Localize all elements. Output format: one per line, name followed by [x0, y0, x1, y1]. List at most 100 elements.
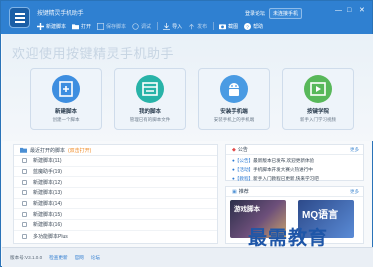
- new-script-card[interactable]: 新建脚本 创建一个脚本: [30, 68, 102, 130]
- new-script-card-title: 新建脚本: [54, 109, 77, 115]
- version-text: 版本号:V3.1.0.0: [10, 254, 43, 260]
- publish-button[interactable]: 发布: [188, 23, 207, 30]
- open-label: 打开: [81, 23, 92, 30]
- app-window: 按键精灵手机助手 新建脚本 打开 保存脚本 调试 导入 发布 截图 ? 帮助 登…: [0, 0, 373, 267]
- help-button[interactable]: ? 帮助: [244, 22, 264, 30]
- recent-script-name: 新建脚本(14): [33, 201, 62, 208]
- recent-script-name: 新建脚本(12): [33, 179, 62, 186]
- save-button[interactable]: 保存脚本: [97, 22, 127, 30]
- recent-script-item[interactable]: 新建脚本(12): [14, 177, 217, 189]
- image-icon: ▣: [232, 188, 237, 195]
- watermark: 最需教育: [248, 227, 329, 249]
- minimize-icon[interactable]: —: [335, 7, 342, 14]
- news-item-text: 手机脚本开发大赛火热进行中: [253, 167, 313, 173]
- debug-label: 调试: [141, 23, 152, 30]
- toolbar-divider: [157, 22, 159, 30]
- recent-script-name: 多功能脚本Plus: [33, 233, 68, 240]
- welcome-area: 欢迎使用按键精灵手机助手 新建脚本 创建一个脚本 我的脚本 管理已有的脚本文件 …: [2, 34, 373, 141]
- script-file-icon: [22, 179, 27, 185]
- my-script-icon: [136, 75, 164, 103]
- media-caption: 游戏脚本: [234, 206, 260, 213]
- maximize-icon[interactable]: □: [347, 7, 351, 14]
- media-title: 推荐: [238, 189, 249, 195]
- android-icon: [220, 75, 248, 103]
- recent-script-name: 新建脚本(15): [33, 211, 62, 218]
- account-area: 登录论坛 未连接手机: [245, 8, 303, 19]
- recent-scripts-panel: 最近打开的脚本 (双击打开) 新建脚本(11) 蓝魔助手(19) 新建脚本(12…: [13, 144, 218, 244]
- script-file-icon: [22, 169, 27, 175]
- help-label: 帮助: [253, 23, 264, 30]
- check-update-link[interactable]: 检查更新: [49, 255, 67, 261]
- new-script-button[interactable]: 新建脚本: [37, 22, 67, 30]
- screenshot-button[interactable]: 截图: [219, 23, 238, 30]
- recent-script-name: 蓝魔助手(19): [33, 169, 62, 176]
- install-phone-card[interactable]: 安装手机端 安装手机上的手机端: [198, 68, 270, 130]
- academy-card[interactable]: 按键学院 新手入门学习视频: [282, 68, 354, 130]
- status-bar: 版本号:V3.1.0.0 检查更新 官网 论坛: [2, 247, 373, 267]
- news-item-tag: ●【公告】: [232, 158, 254, 163]
- recent-script-item[interactable]: 多功能脚本Plus: [14, 231, 217, 242]
- close-icon[interactable]: ✕: [359, 7, 365, 14]
- news-item-tag: ●【教程】: [232, 176, 254, 182]
- app-title: 按键精灵手机助手: [37, 11, 84, 17]
- folder-icon: [20, 147, 27, 153]
- recent-script-item[interactable]: 新建脚本(13): [14, 188, 217, 199]
- recent-script-item[interactable]: 新建脚本(16): [14, 220, 217, 231]
- website-link[interactable]: 官网: [75, 255, 84, 261]
- news-more-link[interactable]: 更多: [350, 147, 359, 153]
- my-script-card-title: 我的脚本: [138, 109, 161, 115]
- debug-button[interactable]: 调试: [132, 22, 152, 30]
- publish-icon: [189, 23, 194, 29]
- news-box: ◆ 公告 更多 ●【公告】最新版本已发布,欢迎更新体验 ●【活动】手机脚本开发大…: [225, 144, 364, 181]
- install-phone-card-title: 安装手机端: [220, 109, 248, 115]
- forum-link[interactable]: 论坛: [91, 255, 100, 261]
- news-title: 公告: [237, 147, 248, 153]
- script-file-icon: [22, 190, 27, 196]
- media-more-link[interactable]: 更多: [350, 189, 359, 195]
- debug-icon: [132, 22, 139, 30]
- media-header: ▣ 推荐 更多: [226, 187, 363, 197]
- publish-label: 发布: [197, 23, 208, 30]
- recent-script-item[interactable]: 蓝魔助手(19): [14, 167, 217, 178]
- new-script-icon: [52, 75, 80, 103]
- save-label: 保存脚本: [106, 23, 127, 30]
- login-link[interactable]: 登录论坛: [245, 10, 265, 17]
- media-caption: MQ语言: [302, 210, 339, 221]
- camera-icon: [219, 23, 227, 29]
- news-item-text: 新手入门教程已更新,快来学习吧: [253, 176, 319, 182]
- recent-script-item[interactable]: 新建脚本(15): [14, 209, 217, 221]
- academy-card-subtitle: 新手入门学习视频: [300, 117, 336, 122]
- news-header: ◆ 公告 更多: [226, 145, 363, 155]
- news-item[interactable]: ●【教程】新手入门教程已更新,快来学习吧: [226, 175, 363, 184]
- toolbar: 新建脚本 打开 保存脚本 调试 导入 发布 截图 ? 帮助: [37, 21, 269, 31]
- help-icon: ?: [244, 22, 252, 30]
- news-item-tag: ●【活动】: [232, 167, 254, 173]
- save-icon: [97, 22, 105, 30]
- svg-text:?: ?: [246, 24, 249, 29]
- recent-script-item[interactable]: 新建脚本(14): [14, 199, 217, 210]
- script-file-icon: [22, 158, 27, 164]
- recent-scripts-title: 最近打开的脚本: [30, 147, 66, 154]
- recent-script-item[interactable]: 新建脚本(11): [14, 156, 217, 167]
- phone-connection-button[interactable]: 未连接手机: [269, 8, 303, 19]
- screenshot-label: 截图: [228, 23, 239, 30]
- new-script-card-subtitle: 创建一个脚本: [52, 117, 80, 122]
- video-icon: [304, 75, 332, 103]
- import-icon: [163, 22, 171, 30]
- toolbar-divider: [213, 22, 215, 30]
- bell-icon: ◆: [232, 146, 236, 153]
- recent-scripts-header: 最近打开的脚本 (双击打开): [14, 145, 217, 156]
- install-phone-card-subtitle: 安装手机上的手机端: [213, 117, 255, 122]
- my-script-card[interactable]: 我的脚本 管理已有的脚本文件: [114, 68, 186, 130]
- news-item[interactable]: ●【活动】手机脚本开发大赛火热进行中: [226, 166, 363, 175]
- news-item-text: 最新版本已发布,欢迎更新体验: [253, 158, 315, 163]
- open-button[interactable]: 打开: [72, 23, 91, 30]
- news-item[interactable]: ●【公告】最新版本已发布,欢迎更新体验: [226, 155, 363, 166]
- folder-icon: [72, 23, 80, 29]
- recent-script-name: 新建脚本(16): [33, 222, 62, 229]
- menu-icon[interactable]: [9, 7, 30, 28]
- import-button[interactable]: 导入: [163, 22, 182, 30]
- recent-script-name: 新建脚本(13): [33, 190, 62, 197]
- new-script-label: 新建脚本: [46, 23, 67, 30]
- my-script-card-subtitle: 管理已有的脚本文件: [129, 117, 171, 122]
